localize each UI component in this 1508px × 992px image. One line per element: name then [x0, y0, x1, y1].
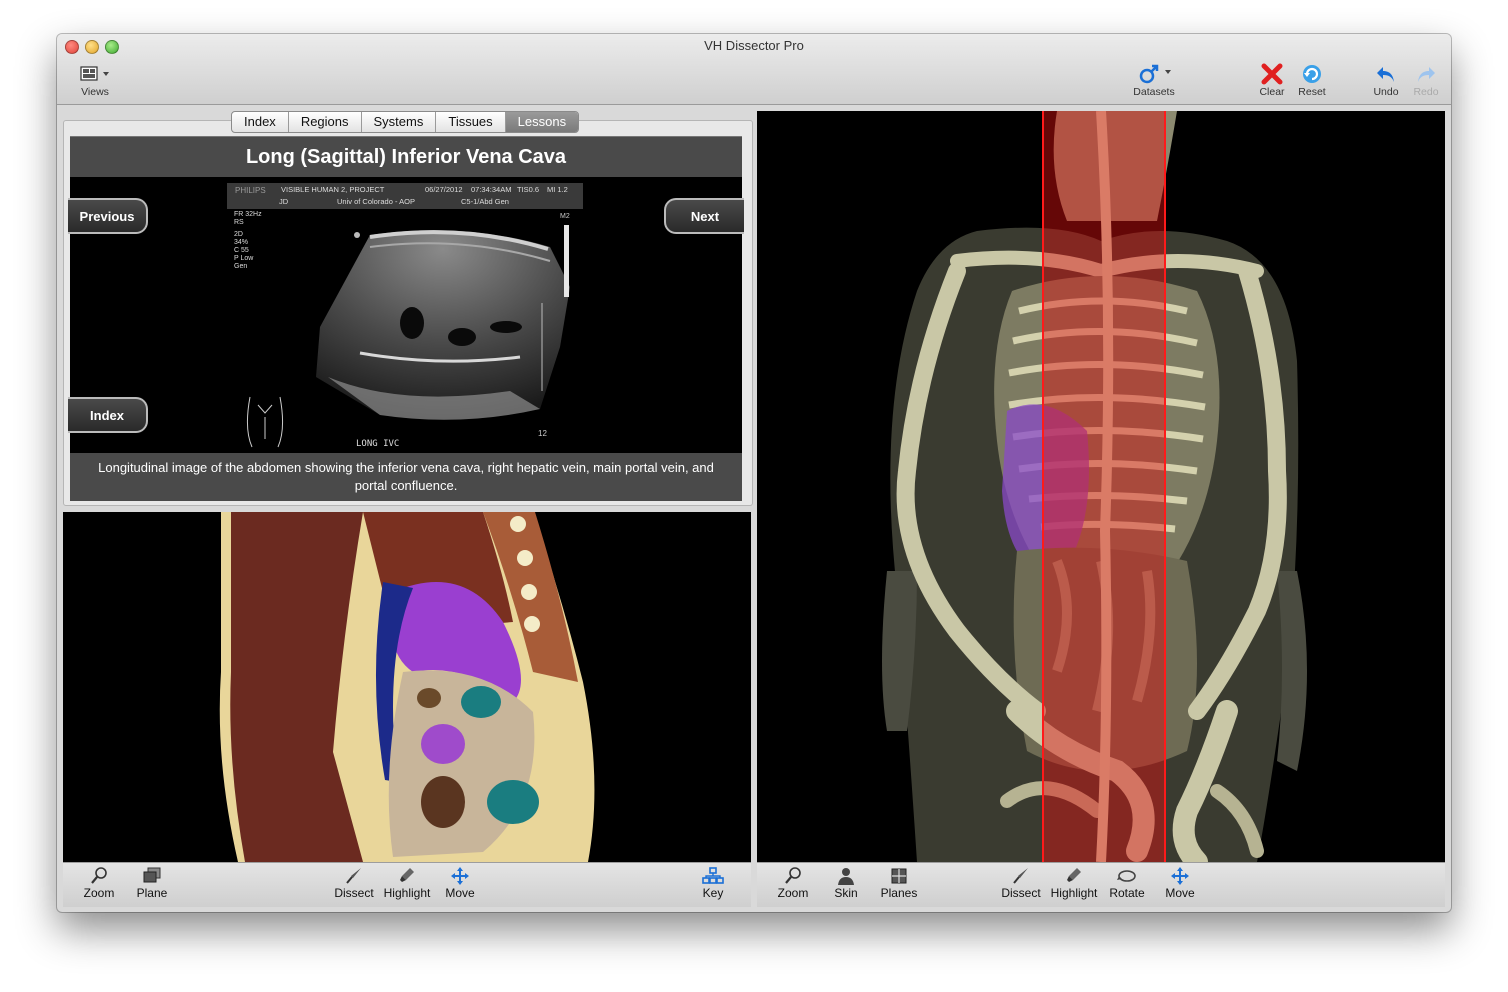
reset-label: Reset	[1298, 86, 1326, 98]
redo-label: Redo	[1413, 86, 1439, 98]
slice-highlight-label: Highlight	[383, 886, 431, 900]
clear-icon	[1255, 62, 1289, 86]
highlighter-icon	[379, 866, 435, 886]
key-button[interactable]: Key	[685, 866, 741, 900]
skin-button[interactable]: Skin	[818, 866, 874, 900]
reset-icon	[1295, 62, 1329, 86]
key-label: Key	[702, 886, 724, 900]
next-button[interactable]: Next	[664, 198, 744, 234]
redo-icon	[1409, 62, 1443, 86]
ultrasound-scale-label: M2	[560, 213, 570, 220]
3d-zoom-button[interactable]: Zoom	[765, 866, 821, 900]
previous-button[interactable]: Previous	[68, 198, 148, 234]
3d-toolbar: Zoom Skin Planes Dissect Highlight Rotat…	[757, 862, 1445, 907]
3d-dissect-button[interactable]: Dissect	[993, 866, 1049, 900]
planes-icon	[871, 866, 927, 886]
zoom-icon	[71, 866, 127, 886]
app-window: VH Dissector Pro Views Datasets Clear Re…	[57, 34, 1451, 912]
slice-dissect-button[interactable]: Dissect	[326, 866, 382, 900]
tab-systems[interactable]: Systems	[362, 112, 437, 132]
3d-anatomy-render	[882, 111, 1307, 862]
undo-button[interactable]: Undo	[1369, 62, 1403, 98]
lesson-title: Long (Sagittal) Inferior Vena Cava	[70, 136, 742, 177]
plane-button[interactable]: Plane	[124, 866, 180, 900]
zoom-icon	[765, 866, 821, 886]
lesson-image-view: PHILIPS VISIBLE HUMAN 2, PROJECT 06/27/2…	[68, 177, 744, 453]
slice-view[interactable]	[63, 512, 751, 862]
ultrasound-depth-label: 12	[538, 429, 547, 438]
tab-regions[interactable]: Regions	[289, 112, 362, 132]
window-title: VH Dissector Pro	[704, 38, 804, 53]
slice-dissect-label: Dissect	[334, 886, 374, 900]
datasets-label: Datasets	[1133, 86, 1175, 98]
move-icon	[432, 866, 488, 886]
tab-tissues[interactable]: Tissues	[436, 112, 506, 132]
views-label: Views	[81, 86, 109, 98]
navigator-tabs: Index Regions Systems Tissues Lessons	[231, 111, 580, 133]
lesson-caption: Longitudinal image of the abdomen showin…	[70, 453, 742, 501]
clear-button[interactable]: Clear	[1255, 62, 1289, 98]
scalpel-icon	[326, 866, 382, 886]
sagittal-slice-image	[219, 512, 595, 862]
skin-label: Skin	[834, 886, 858, 900]
3d-dissect-label: Dissect	[1001, 886, 1041, 900]
3d-move-button[interactable]: Move	[1152, 866, 1208, 900]
person-icon	[818, 866, 874, 886]
key-icon	[685, 866, 741, 886]
slice-highlight-button[interactable]: Highlight	[379, 866, 435, 900]
slice-move-button[interactable]: Move	[432, 866, 488, 900]
undo-icon	[1369, 62, 1403, 86]
plane-label: Plane	[136, 886, 168, 900]
3d-view[interactable]	[757, 111, 1445, 862]
move-icon	[1152, 866, 1208, 886]
3d-move-label: Move	[1165, 886, 1195, 900]
clear-label: Clear	[1259, 86, 1285, 98]
3d-highlight-button[interactable]: Highlight	[1046, 866, 1102, 900]
slice-move-label: Move	[445, 886, 475, 900]
views-button[interactable]: Views	[75, 62, 115, 98]
undo-label: Undo	[1373, 86, 1399, 98]
slice-zoom-label: Zoom	[83, 886, 115, 900]
tab-index[interactable]: Index	[232, 112, 289, 132]
datasets-icon	[1129, 62, 1179, 86]
scalpel-icon	[993, 866, 1049, 886]
rotate-icon	[1099, 866, 1155, 886]
index-button[interactable]: Index	[68, 397, 148, 433]
3d-zoom-label: Zoom	[777, 886, 809, 900]
slice-toolbar: Zoom Plane Dissect Highlight Move Key	[63, 862, 751, 907]
tab-lessons[interactable]: Lessons	[505, 112, 579, 132]
highlighter-icon	[1046, 866, 1102, 886]
redo-button[interactable]: Redo	[1409, 62, 1443, 98]
planes-button[interactable]: Planes	[871, 866, 927, 900]
slice-zoom-button[interactable]: Zoom	[71, 866, 127, 900]
views-icon	[75, 62, 115, 86]
rotate-button[interactable]: Rotate	[1099, 866, 1155, 900]
reset-button[interactable]: Reset	[1295, 62, 1329, 98]
datasets-button[interactable]: Datasets	[1129, 62, 1179, 98]
ultrasound-image	[246, 225, 570, 448]
planes-label: Planes	[880, 886, 918, 900]
plane-icon	[124, 866, 180, 886]
title-bar: VH Dissector Pro Views Datasets Clear Re…	[57, 34, 1451, 105]
3d-highlight-label: Highlight	[1050, 886, 1098, 900]
rotate-label: Rotate	[1109, 886, 1145, 900]
ultrasound-image-label: LONG IVC	[356, 439, 400, 449]
